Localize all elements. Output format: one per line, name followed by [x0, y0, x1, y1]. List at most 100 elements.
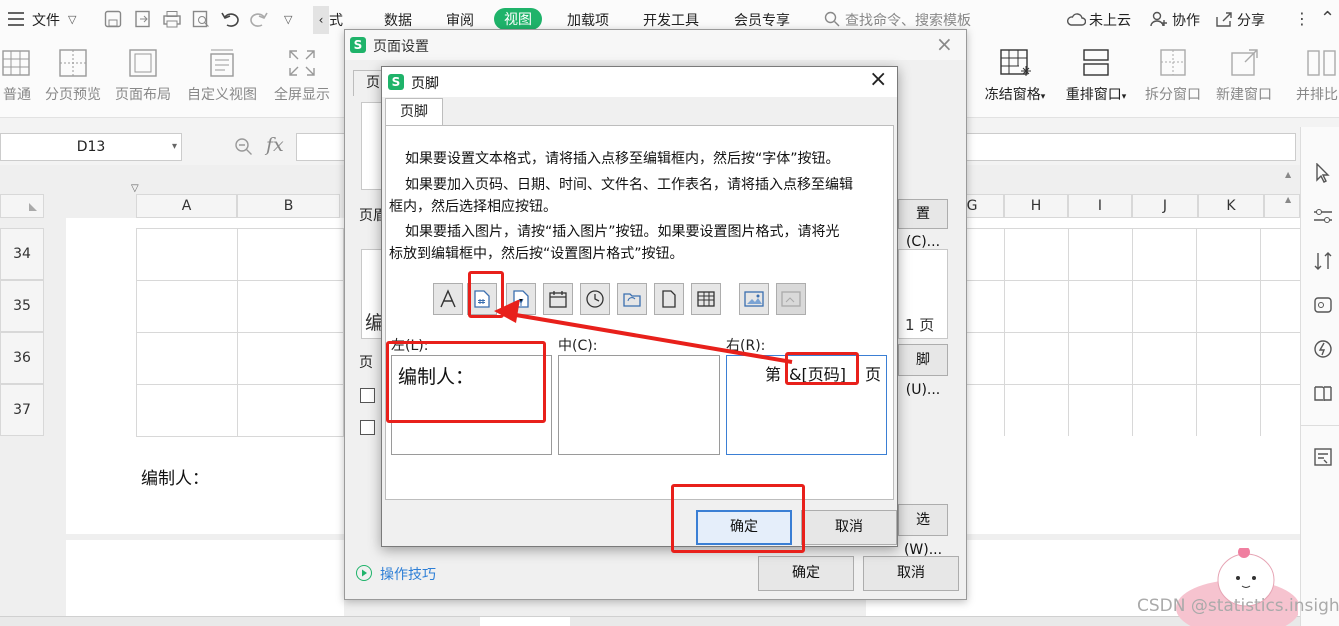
lightning-icon[interactable]: [1313, 339, 1333, 359]
menu-icon[interactable]: [8, 12, 24, 26]
close-icon[interactable]: ×: [869, 67, 887, 92]
help-text-fields-1: 如果要加入页码、日期、时间、文件名、工作表名，请将插入点移至编辑: [405, 177, 853, 193]
custom-header-button[interactable]: 置(C)...: [898, 199, 948, 250]
checkbox-different-odd-even[interactable]: [360, 388, 375, 403]
table-cell[interactable]: [136, 228, 238, 281]
tab-formula[interactable]: 式: [329, 10, 343, 30]
tab-footer[interactable]: 页脚: [385, 98, 443, 126]
zoom-icon[interactable]: [234, 137, 254, 157]
page-setup-cancel-button[interactable]: 取消: [863, 556, 959, 591]
table-cell[interactable]: [136, 332, 238, 385]
save-icon[interactable]: [104, 10, 122, 28]
scroll-top-icon[interactable]: ▲: [1285, 170, 1291, 179]
tab-developer[interactable]: 开发工具: [643, 10, 699, 30]
fullscreen-icon: [285, 46, 319, 80]
scroll-up-icon[interactable]: ▲: [1285, 195, 1291, 204]
footer-cancel-button[interactable]: 取消: [801, 510, 897, 545]
scroll-left-icon[interactable]: ‹: [313, 6, 329, 34]
page-setup-titlebar: [345, 30, 966, 60]
name-box[interactable]: D13 ▾: [0, 133, 182, 161]
column-header-l[interactable]: [1264, 194, 1300, 218]
freeze-panes-button[interactable]: 冻结窗格▾: [980, 46, 1050, 104]
custom-header-label: 置(C)...: [905, 206, 941, 250]
help-text-fields-2: 框内，然后选择相应按钮。: [389, 199, 557, 215]
tab-member[interactable]: 会员专享: [734, 10, 790, 30]
custom-footer-button[interactable]: 脚(U)...: [898, 344, 948, 398]
share-button[interactable]: 分享: [1237, 10, 1265, 30]
arrange-windows-button[interactable]: 重排窗口▾: [1061, 46, 1131, 104]
normal-view-button[interactable]: 普通: [0, 46, 34, 104]
page-break-label: 分页预览: [45, 87, 101, 103]
sort-icon[interactable]: [1313, 251, 1333, 271]
sheet-tab-bar: [0, 616, 1300, 626]
settings-sliders-icon[interactable]: [1313, 207, 1333, 225]
table-cell[interactable]: [237, 332, 344, 385]
undo-icon[interactable]: [221, 10, 239, 28]
column-header-b[interactable]: B: [237, 194, 340, 218]
tab-review[interactable]: 审阅: [446, 10, 474, 30]
table-cell[interactable]: [237, 280, 344, 333]
side-by-side-button[interactable]: 并排比: [1296, 46, 1339, 104]
split-window-button[interactable]: 拆分窗口: [1142, 46, 1204, 104]
table-cell[interactable]: [237, 228, 344, 281]
table-cell[interactable]: [136, 280, 238, 333]
fullscreen-button[interactable]: 全屏显示: [271, 46, 333, 104]
form-icon[interactable]: [1313, 447, 1333, 467]
redo-icon[interactable]: [250, 10, 268, 28]
select-all-corner[interactable]: [0, 194, 44, 218]
right-sidebar: [1300, 127, 1339, 626]
collab-button[interactable]: 协作: [1172, 10, 1200, 30]
chevron-down-icon[interactable]: ▽: [68, 13, 76, 26]
options-label: 选(W)...: [903, 512, 943, 558]
center-section-input[interactable]: [558, 355, 720, 455]
page-setup-ok-button[interactable]: 确定: [758, 556, 854, 591]
row-header-36[interactable]: 36: [0, 332, 44, 384]
row-header-34[interactable]: 34: [0, 228, 44, 280]
page-layout-button[interactable]: 页面布局: [112, 46, 174, 104]
custom-view-button[interactable]: 自定义视图: [184, 46, 260, 104]
column-header-j[interactable]: J: [1132, 194, 1198, 218]
table-cell[interactable]: [237, 384, 344, 437]
grid-cells-right[interactable]: [940, 228, 1300, 436]
quick-access-more-icon[interactable]: ▽: [284, 13, 292, 26]
freeze-panes-icon: [998, 46, 1032, 80]
active-sheet-tab[interactable]: [480, 617, 570, 626]
pointer-icon[interactable]: [1315, 163, 1331, 183]
row-header-37[interactable]: 37: [0, 384, 44, 436]
print-preview-icon[interactable]: [192, 10, 210, 28]
sidebar-divider: [1301, 425, 1339, 426]
font-button[interactable]: [433, 283, 463, 315]
tips-link[interactable]: 操作技巧: [380, 564, 436, 584]
table-cell[interactable]: [136, 384, 238, 437]
new-window-button[interactable]: 新建窗口: [1213, 46, 1275, 104]
options-button[interactable]: 选(W)...: [898, 504, 948, 558]
tab-data[interactable]: 数据: [384, 10, 412, 30]
column-header-k[interactable]: K: [1198, 194, 1264, 218]
next-page-area: [66, 540, 344, 620]
custom-view-icon: [205, 46, 239, 80]
footer-label: 页: [359, 355, 373, 371]
tab-page[interactable]: 页: [353, 70, 383, 96]
command-search[interactable]: 查找命令、搜索模板: [845, 10, 971, 30]
fx-icon[interactable]: fx: [266, 134, 284, 156]
book-icon[interactable]: [1313, 383, 1333, 403]
row-header-35[interactable]: 35: [0, 280, 44, 332]
column-header-i[interactable]: I: [1068, 194, 1132, 218]
more-options-icon[interactable]: ⋮: [1294, 9, 1310, 28]
page-break-icon: [56, 46, 90, 80]
tab-view[interactable]: 视图: [494, 8, 542, 30]
image-tool-icon[interactable]: [1313, 295, 1333, 315]
collapse-ribbon-icon[interactable]: ⌃: [1320, 8, 1335, 29]
column-header-a[interactable]: A: [136, 194, 237, 218]
export-icon[interactable]: [134, 10, 152, 28]
print-icon[interactable]: [162, 10, 182, 28]
column-header-h[interactable]: H: [1004, 194, 1068, 218]
tab-addins[interactable]: 加载项: [567, 10, 609, 30]
cell-reference: D13: [76, 139, 106, 155]
file-menu[interactable]: 文件: [32, 10, 60, 30]
cloud-status[interactable]: 未上云: [1089, 10, 1131, 30]
help-text-picture-2: 标放到编辑框中，然后按“设置图片格式”按钮。: [389, 246, 684, 262]
page-break-preview-button[interactable]: 分页预览: [42, 46, 104, 104]
close-icon[interactable]: ×: [936, 32, 953, 56]
checkbox-different-first-page[interactable]: [360, 420, 375, 435]
